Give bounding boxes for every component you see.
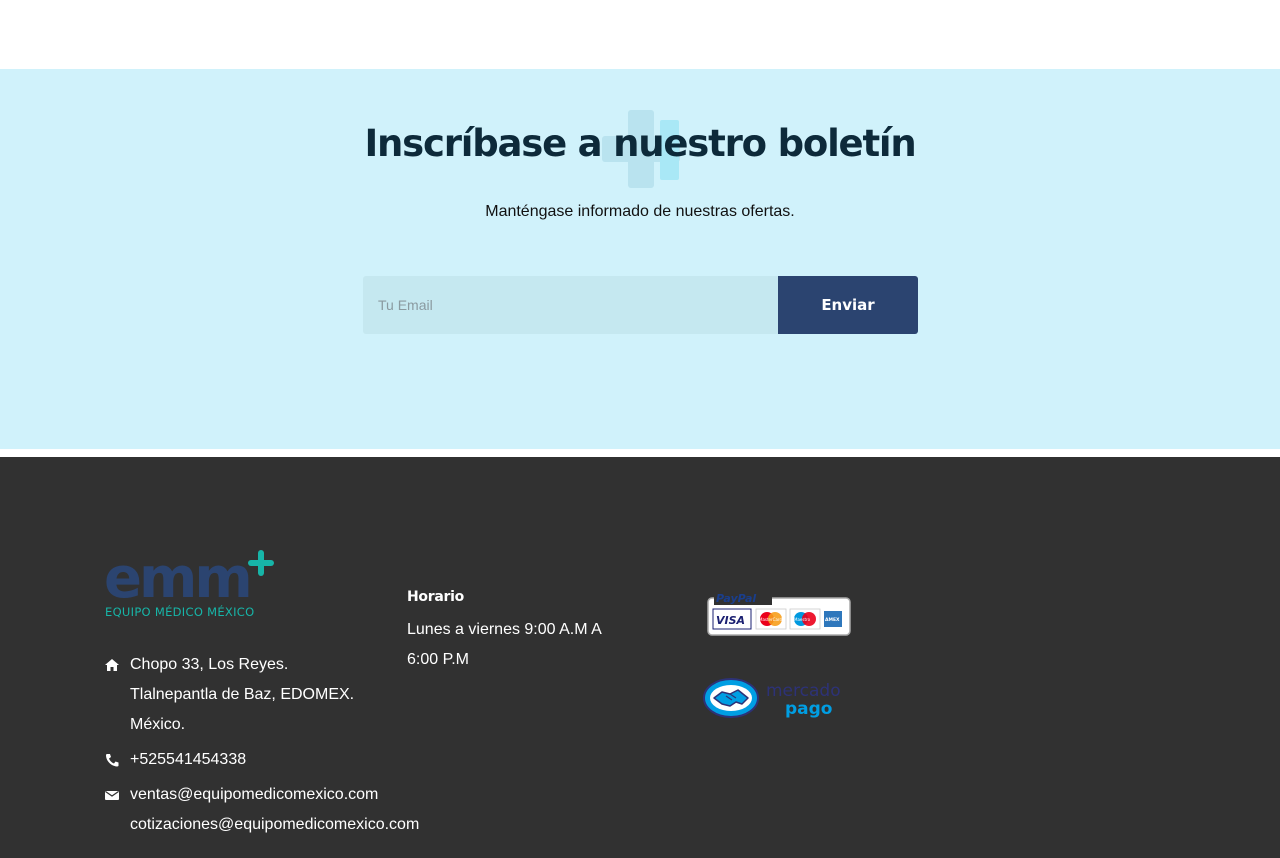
- svg-text:AMEX: AMEX: [825, 617, 840, 623]
- email-quotes[interactable]: cotizaciones@equipomedicomexico.com: [130, 810, 419, 840]
- newsletter-section: Inscríbase a nuestro boletín Manténgase …: [0, 69, 1280, 449]
- newsletter-form: Enviar: [363, 276, 918, 334]
- logo-wordmark: emm: [104, 549, 250, 611]
- address-line-2: Tlalnepantla de Baz, EDOMEX.: [130, 686, 355, 703]
- address-line-3: México.: [130, 716, 186, 733]
- logo-plus-icon: [248, 550, 274, 576]
- emm-logo[interactable]: emm EQUIPO MÉDICO MÉXICO: [104, 549, 279, 619]
- svg-text:MasterCard: MasterCard: [759, 617, 782, 622]
- business-hours: Horario Lunes a viernes 9:00 A.M A 6:00 …: [407, 589, 617, 675]
- mercadopago-logo: mercado pago: [703, 678, 841, 719]
- phone-icon: [106, 754, 119, 767]
- hours-title: Horario: [407, 589, 464, 605]
- maestro-card: Maestro: [789, 608, 821, 630]
- emails: ventas@equipomedicomexico.com cotizacion…: [104, 780, 419, 840]
- email-input[interactable]: [363, 276, 778, 334]
- mercadopago-line-2: pago: [785, 699, 833, 719]
- logo-tagline: EQUIPO MÉDICO MÉXICO: [105, 604, 254, 619]
- paypal-brand: PayPal: [716, 592, 756, 605]
- amex-card: AMEX: [824, 611, 842, 627]
- svg-text:VISA: VISA: [716, 614, 745, 627]
- envelope-icon: [105, 791, 119, 800]
- newsletter-subtitle: Manténgase informado de nuestras ofertas…: [485, 203, 795, 220]
- phone-number[interactable]: +525541454338: [130, 745, 404, 775]
- hours-text: Lunes a viernes 9:00 A.M A 6:00 P.M: [407, 615, 617, 675]
- address-line-1: Chopo 33, Los Reyes.: [130, 656, 289, 673]
- submit-button[interactable]: Enviar: [778, 276, 918, 334]
- contact-info: Chopo 33, Los Reyes. Tlalnepantla de Baz…: [104, 650, 419, 845]
- address: Chopo 33, Los Reyes. Tlalnepantla de Baz…: [104, 650, 404, 740]
- hours-line-1: Lunes a viernes 9:00 A.M A: [407, 621, 602, 638]
- visa-card: VISA: [712, 608, 752, 630]
- home-icon: [105, 659, 119, 671]
- site-footer: emm EQUIPO MÉDICO MÉXICO Chopo 33, Los R…: [0, 457, 1280, 858]
- mastercard-card: MasterCard: [755, 608, 787, 630]
- mercadopago-line-1: mercado: [766, 681, 841, 701]
- svg-text:Maestro: Maestro: [794, 617, 811, 622]
- email-sales[interactable]: ventas@equipomedicomexico.com: [130, 780, 404, 810]
- hours-line-2: 6:00 P.M: [407, 651, 469, 668]
- newsletter-title: Inscríbase a nuestro boletín: [364, 122, 916, 165]
- phone: +525541454338: [104, 745, 404, 775]
- paypal-cards-logo: PayPal VISA MasterCard Maestro AMEX: [707, 590, 851, 636]
